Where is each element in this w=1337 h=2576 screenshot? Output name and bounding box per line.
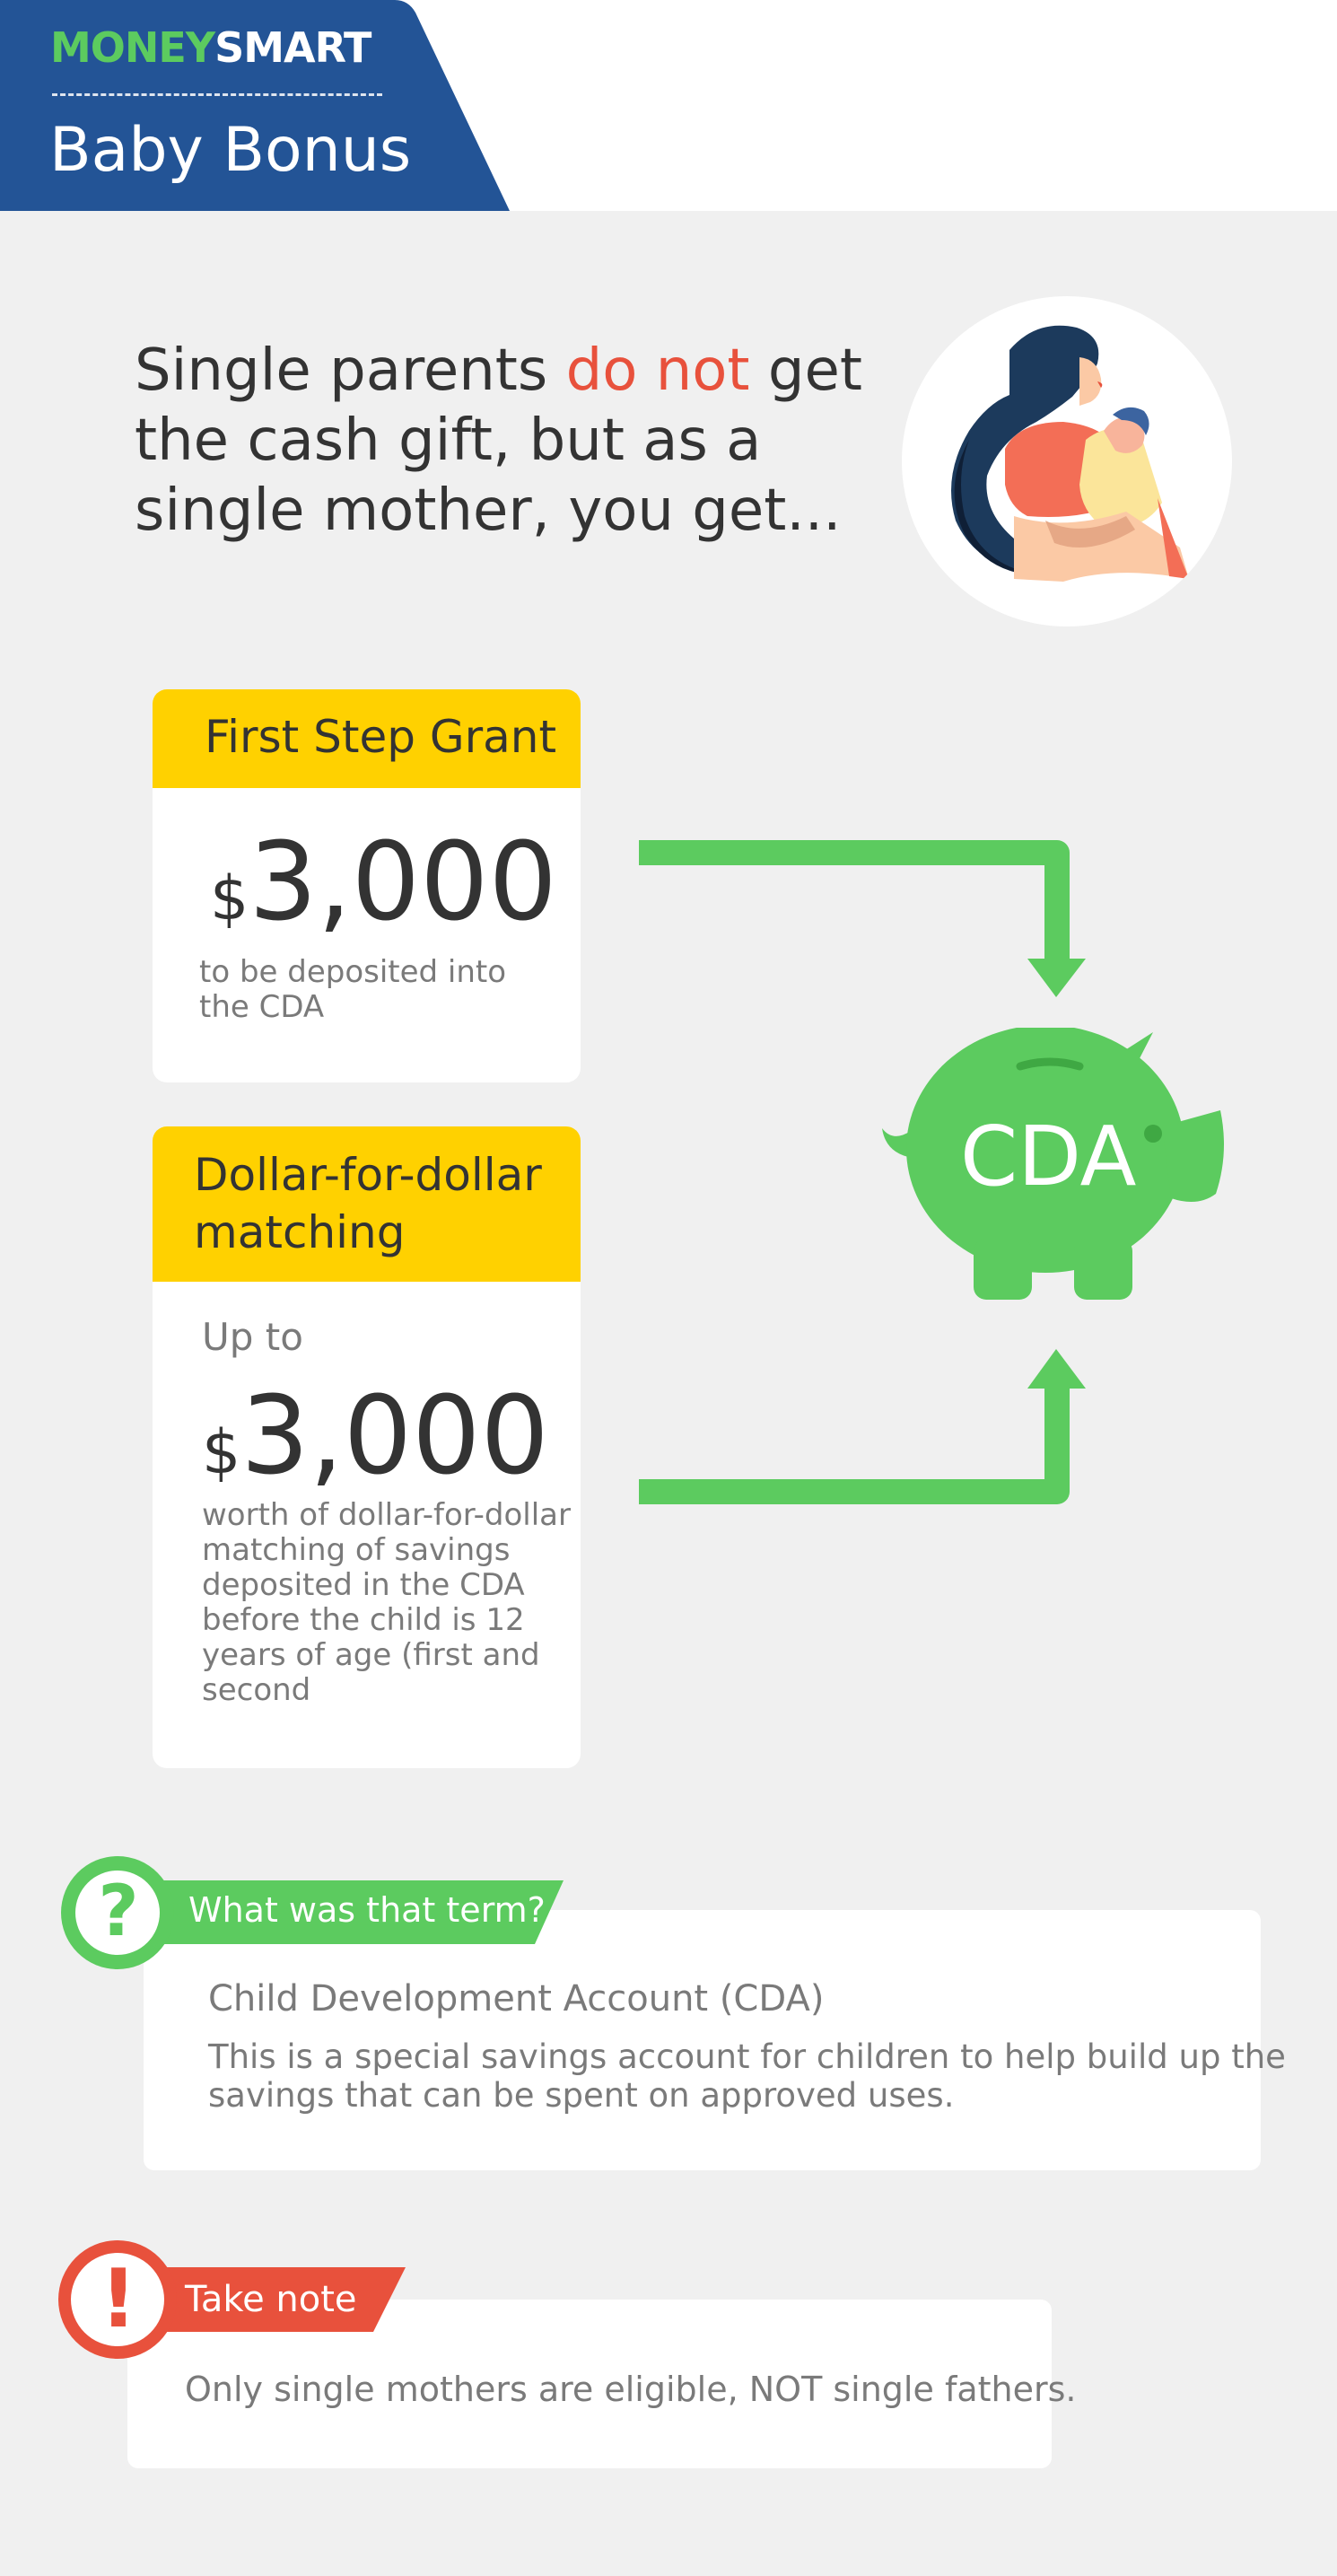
note-text: Only single mothers are eligible, NOT si… [185, 2370, 1077, 2409]
arrow-up-icon [639, 1387, 1070, 1504]
exclamation-icon: ! [100, 2252, 137, 2346]
arrow-down-icon [639, 840, 1070, 960]
term-title: Child Development Account (CDA) [208, 1978, 825, 2020]
term-description: This is a special savings account for ch… [208, 2037, 1286, 2115]
question-mark-icon: ? [98, 1871, 139, 1952]
term-banner-label: What was that term? [188, 1890, 546, 1930]
note-banner-label: Take note [185, 2279, 357, 2320]
piggy-bank-label: CDA [960, 1108, 1137, 1205]
